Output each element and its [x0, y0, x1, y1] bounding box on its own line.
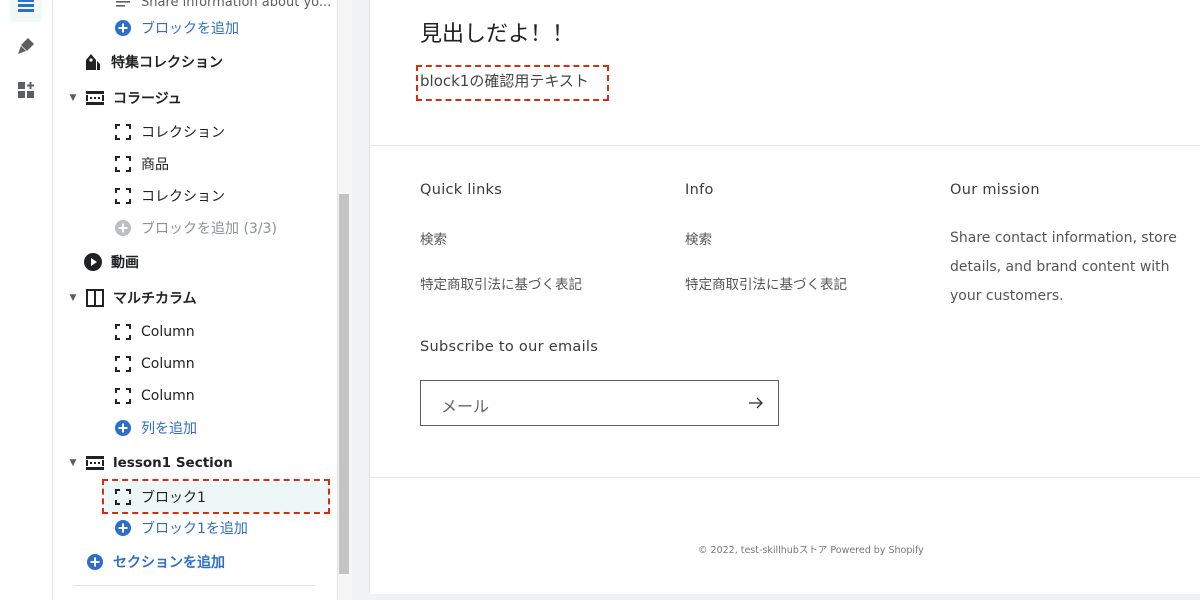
- email-placeholder: メール: [441, 397, 490, 416]
- block-icon: [113, 487, 133, 507]
- section-label: 特集コレクション: [111, 55, 223, 71]
- block-label: Column: [141, 356, 195, 372]
- editor-icon-rail: [0, 0, 53, 600]
- footer-info-title: Info: [685, 182, 714, 198]
- block-label: コレクション: [141, 189, 225, 205]
- section-label: 動画: [111, 255, 139, 271]
- subscribe-title: Subscribe to our emails: [420, 339, 599, 355]
- theme-preview: 見出しだよ！！ block1の確認用テキスト Quick links 検索 特定…: [369, 0, 1200, 594]
- add-circle-icon: [113, 18, 133, 38]
- email-input[interactable]: メール: [420, 380, 779, 426]
- section-collage[interactable]: ▼ コラージュ: [67, 84, 182, 112]
- tag-icon: [83, 52, 103, 72]
- add-column-button[interactable]: 列を追加: [113, 414, 197, 442]
- footer-mission-title: Our mission: [950, 182, 1040, 198]
- section-video[interactable]: 動画: [83, 248, 139, 276]
- add-block-label: ブロック1を追加: [141, 521, 248, 537]
- block-row[interactable]: コレクション: [113, 182, 225, 210]
- columns-icon: [85, 288, 105, 308]
- add-section-label: セクションを追加: [113, 555, 225, 571]
- theme-settings-icon[interactable]: [10, 30, 42, 62]
- sections-sidebar: Share information about yo... ブロックを追加 特集…: [53, 0, 337, 600]
- block-icon: [113, 154, 133, 174]
- sections-icon[interactable]: [10, 0, 42, 22]
- section-label: マルチカラム: [113, 291, 197, 307]
- add-block-label: ブロックを追加 (3/3): [141, 221, 277, 237]
- footer-link[interactable]: 検索: [685, 228, 712, 248]
- block-row[interactable]: Column: [113, 350, 195, 378]
- add-circle-icon: [113, 518, 133, 538]
- block-icon: [113, 386, 133, 406]
- add-block1-button[interactable]: ブロック1を追加: [113, 514, 248, 542]
- add-column-label: 列を追加: [141, 421, 197, 437]
- block-label: Share information about yo...: [141, 0, 332, 10]
- chevron-down-icon[interactable]: ▼: [67, 93, 79, 103]
- chevron-down-icon[interactable]: ▼: [67, 293, 79, 303]
- block-row[interactable]: Column: [113, 382, 195, 410]
- block-label: Column: [141, 324, 195, 340]
- footer-link[interactable]: 特定商取引法に基づく表記: [420, 273, 582, 293]
- block-row[interactable]: コレクション: [113, 118, 225, 146]
- block-label: ブロック1: [141, 490, 206, 506]
- footer-link[interactable]: 検索: [420, 228, 447, 248]
- section-multicolumn[interactable]: ▼ マルチカラム: [67, 284, 197, 312]
- block-row-selected[interactable]: ブロック1: [113, 483, 206, 511]
- section-featured-collection[interactable]: 特集コレクション: [83, 48, 223, 76]
- preview-heading: 見出しだよ！！: [420, 22, 575, 47]
- add-circle-icon: [85, 552, 105, 572]
- collage-icon: [85, 453, 105, 473]
- block-label: Column: [141, 388, 195, 404]
- add-section-button[interactable]: セクションを追加: [85, 548, 225, 576]
- block-label: 商品: [141, 157, 169, 173]
- arrow-right-icon[interactable]: [748, 395, 764, 415]
- footer-bottom-divider: [370, 477, 1200, 478]
- add-block-button-disabled: ブロックを追加 (3/3): [113, 214, 277, 242]
- add-block-button[interactable]: ブロックを追加: [113, 14, 239, 42]
- collage-icon: [85, 88, 105, 108]
- block-icon: [113, 354, 133, 374]
- play-icon: [83, 252, 103, 272]
- footer-link[interactable]: 特定商取引法に基づく表記: [685, 273, 847, 293]
- copyright-text: © 2022, test-skillhubストア Powered by Shop…: [698, 545, 924, 556]
- section-label: lesson1 Section: [113, 455, 233, 471]
- block-icon: [113, 186, 133, 206]
- footer-quick-links-title: Quick links: [420, 182, 503, 198]
- chevron-down-icon[interactable]: ▼: [67, 458, 79, 468]
- footer-top-divider: [370, 145, 1200, 146]
- add-circle-icon: [113, 418, 133, 438]
- block-label: コレクション: [141, 125, 225, 141]
- text-lines-icon: [113, 0, 133, 12]
- add-block-label: ブロックを追加: [141, 21, 239, 37]
- block-icon: [113, 122, 133, 142]
- block-icon: [113, 322, 133, 342]
- sidebar-scrollbar-thumb[interactable]: [339, 194, 349, 574]
- section-lesson1[interactable]: ▼ lesson1 Section: [67, 449, 233, 477]
- block-row[interactable]: Column: [113, 318, 195, 346]
- preview-block-text: block1の確認用テキスト: [420, 72, 589, 90]
- apps-icon[interactable]: [10, 74, 42, 106]
- add-circle-icon: [113, 218, 133, 238]
- sidebar-divider: [73, 585, 315, 586]
- footer-mission-text: Share contact information, store details…: [950, 230, 1177, 304]
- section-label: コラージュ: [113, 91, 182, 107]
- block-row[interactable]: 商品: [113, 150, 169, 178]
